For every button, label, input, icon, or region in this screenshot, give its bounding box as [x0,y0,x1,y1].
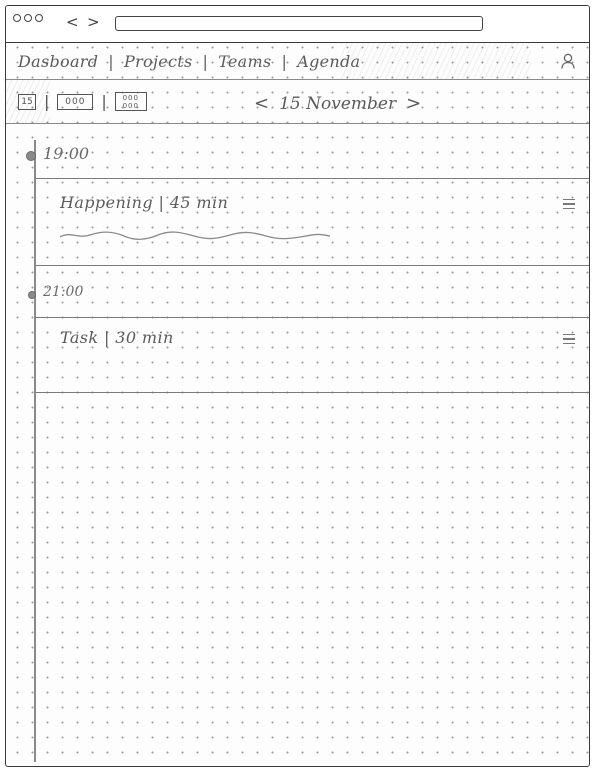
drag-handle-icon[interactable] [563,199,575,212]
time-label: 19:00 [43,144,90,163]
nav-item-agenda[interactable]: Agenda [295,52,362,71]
view-separator: | [101,92,107,111]
close-window-icon[interactable] [13,14,21,22]
drag-handle-icon[interactable] [563,334,575,347]
nav-separator: | [202,52,209,71]
event-title: Task | 30 min [60,328,174,347]
window-controls [13,14,43,22]
event-card[interactable]: Happening | 45 min [36,178,589,266]
time-marker-icon [28,291,36,299]
current-date: 15 November [279,93,397,114]
event-title: Happening | 45 min [60,193,229,212]
next-day-button[interactable]: > [396,93,431,114]
week-view-button[interactable]: 000 [57,93,94,110]
time-label: 21:00 [43,284,84,300]
view-separator: | [44,92,50,111]
month-view-button[interactable]: 000 000 [114,92,147,111]
nav-item-dashboard[interactable]: Dasboard [16,52,100,71]
browser-forward-button[interactable]: > [87,12,100,32]
address-bar[interactable] [115,16,483,31]
nav-separator: | [281,52,288,71]
browser-back-button[interactable]: < [66,12,79,32]
time-marker-icon [26,151,36,161]
calendar-toolbar: 15 | 000 | 000 000 < 15 November > [6,80,589,124]
event-description-scribble [60,231,330,240]
event-card[interactable]: Task | 30 min [36,317,589,393]
minimize-window-icon[interactable] [24,14,32,22]
nav-item-teams[interactable]: Teams [216,52,273,71]
browser-chrome: < > [6,6,589,43]
view-switcher: 15 | 000 | 000 000 [18,92,147,111]
day-view-button[interactable]: 15 [18,93,36,110]
maximize-window-icon[interactable] [35,14,43,22]
user-icon[interactable] [561,53,575,69]
browser-window: < > Dasboard | Projects | Teams | Agenda… [5,5,590,767]
nav-item-projects[interactable]: Projects [122,52,194,71]
top-navigation: Dasboard | Projects | Teams | Agenda [6,43,589,80]
nav-menu: Dasboard | Projects | Teams | Agenda [16,52,362,71]
date-navigator: < 15 November > [244,93,431,114]
nav-separator: | [108,52,114,71]
previous-day-button[interactable]: < [244,93,279,114]
